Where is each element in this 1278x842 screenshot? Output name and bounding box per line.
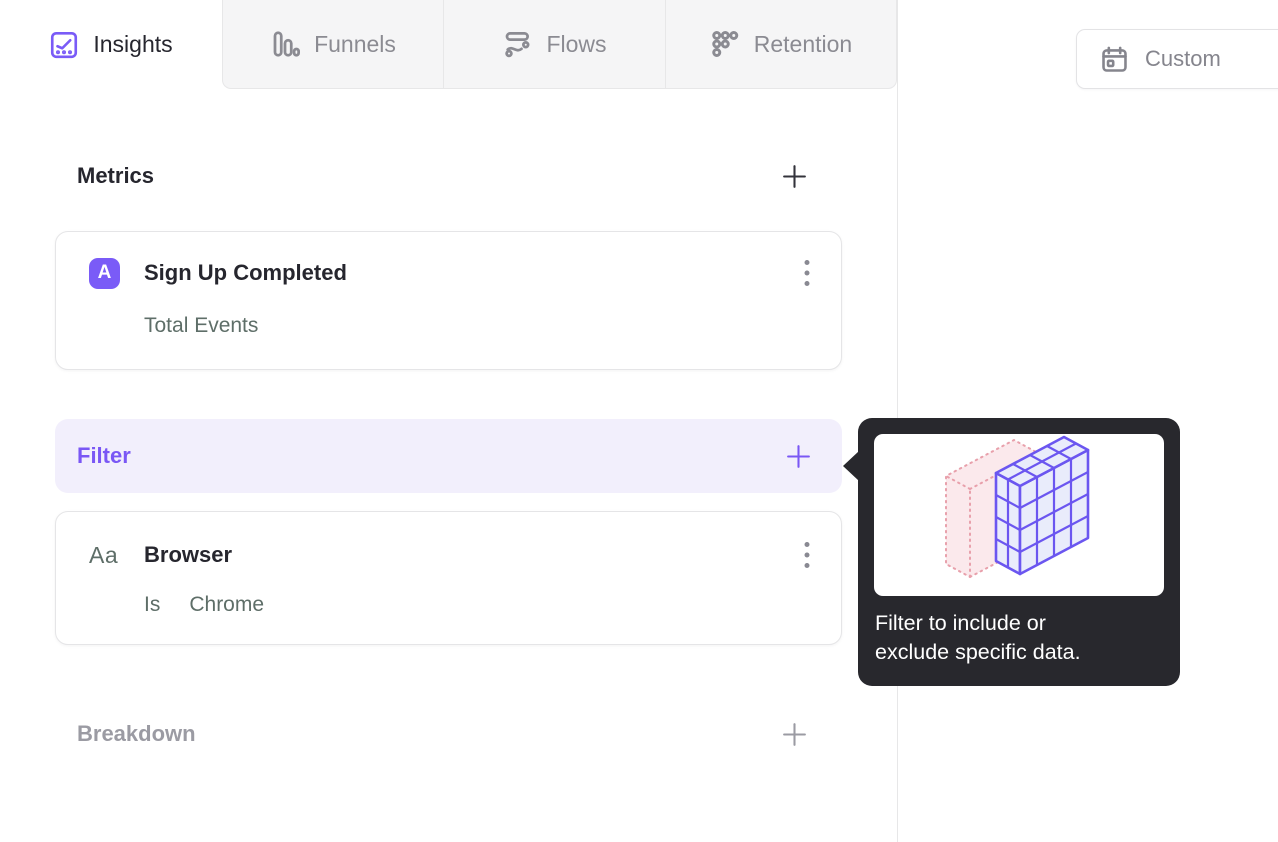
calendar-icon (1099, 44, 1130, 75)
metrics-title: Metrics (77, 163, 155, 188)
metric-name: Sign Up Completed (144, 260, 347, 285)
flows-icon (502, 29, 532, 59)
filter-options-button[interactable] (803, 539, 811, 571)
kebab-icon (803, 257, 811, 289)
date-range-label: Custom (1145, 46, 1221, 71)
tab-insights[interactable]: Insights (0, 0, 222, 89)
kebab-icon (803, 539, 811, 571)
metric-card[interactable]: A Sign Up Completed Total Events (55, 231, 842, 370)
filter-tooltip: Filter to include or exclude specific da… (843, 418, 1180, 686)
tab-label: Funnels (314, 30, 396, 57)
plus-icon (781, 721, 808, 748)
tab-funnels[interactable]: Funnels (222, 0, 443, 89)
date-range-button[interactable]: Custom (1076, 29, 1278, 89)
string-property-icon: Aa (89, 541, 119, 568)
breakdown-title: Breakdown (77, 721, 196, 746)
plus-icon (785, 443, 812, 470)
add-metric-button[interactable] (781, 163, 808, 190)
filter-operator[interactable]: Is (144, 593, 160, 617)
tab-label: Insights (93, 31, 173, 57)
retention-icon (710, 29, 740, 59)
breakdown-section-header: Breakdown (77, 718, 808, 750)
tab-label: Retention (753, 30, 853, 57)
cube-grid-illustration (945, 435, 1090, 579)
tooltip-arrow-left (843, 451, 859, 481)
filter-illustration (874, 434, 1164, 596)
plus-icon (781, 163, 808, 190)
tooltip-caption: Filter to include or exclude specific da… (875, 611, 1081, 664)
metric-aggregation[interactable]: Total Events (144, 314, 258, 338)
tab-retention[interactable]: Retention (665, 0, 897, 89)
tab-label: Flows (546, 30, 607, 57)
metrics-section-header: Metrics (77, 160, 808, 192)
insights-icon (49, 30, 79, 60)
metric-options-button[interactable] (803, 257, 811, 289)
filter-value[interactable]: Chrome (189, 593, 264, 617)
funnels-icon (270, 29, 301, 59)
filter-property-name: Browser (144, 542, 233, 567)
metric-badge-slot: A (89, 257, 144, 289)
filter-section-header[interactable]: Filter (55, 419, 842, 493)
filter-title: Filter (77, 443, 131, 468)
tab-flows[interactable]: Flows (443, 0, 665, 89)
add-filter-button[interactable] (785, 443, 812, 470)
filter-card[interactable]: Aa Browser Is Chrome (55, 511, 842, 645)
report-type-tabbar: Insights Funnels Flows Retention (0, 0, 897, 89)
add-breakdown-button[interactable] (781, 721, 808, 748)
metric-letter-badge: A (89, 257, 120, 289)
